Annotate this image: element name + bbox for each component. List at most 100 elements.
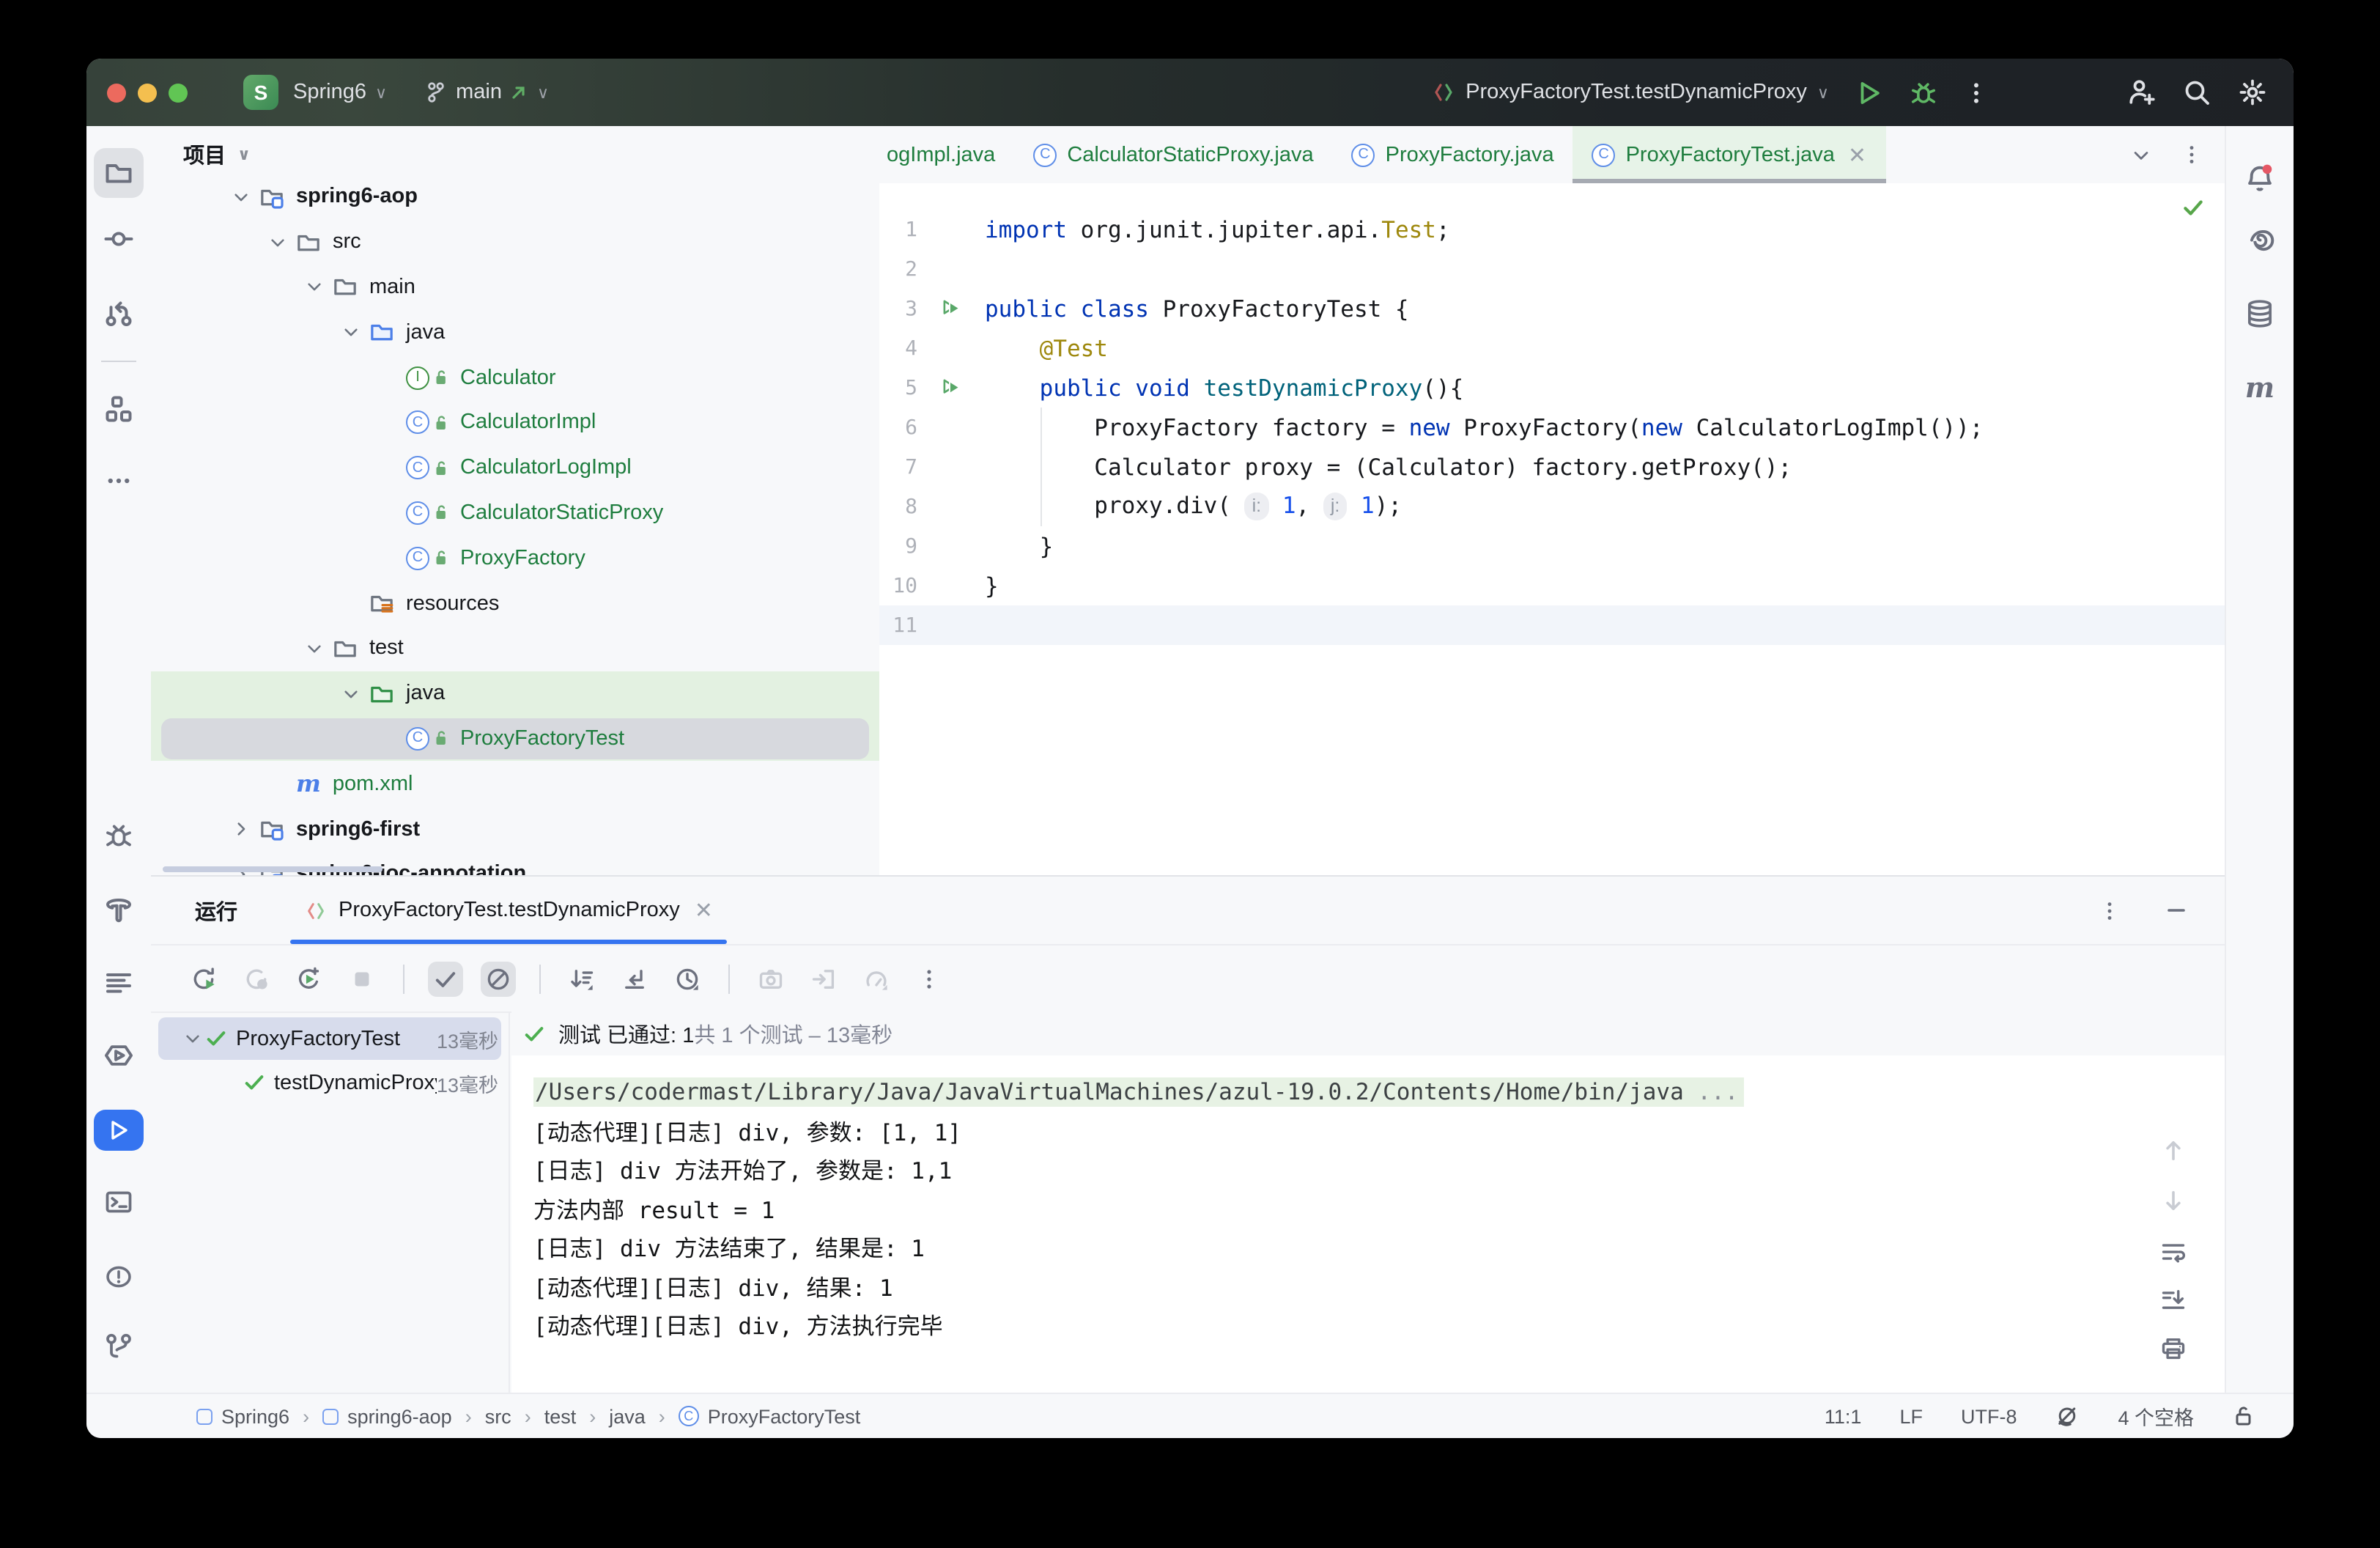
run-configuration-selector[interactable]: ProxyFactoryTest.testDynamicProxy ∨ <box>1432 81 1829 104</box>
services-tool-button[interactable] <box>103 1040 134 1071</box>
pull-requests-tool-button[interactable] <box>104 299 133 328</box>
navigate-single-click-button[interactable] <box>617 961 652 996</box>
notifications-button[interactable] <box>2244 163 2275 194</box>
vcs-branch-widget[interactable]: main ∨ <box>425 81 549 104</box>
breadcrumb-item[interactable]: C ProxyFactoryTest <box>678 1405 860 1427</box>
project-widget[interactable]: Spring6 ∨ <box>293 81 387 104</box>
tree-item-proxyfactory[interactable]: C ProxyFactory <box>151 536 879 581</box>
console-ellipsis[interactable]: ... <box>1684 1080 1738 1106</box>
run-test-gutter-icon[interactable] <box>917 298 985 320</box>
hide-panel-icon[interactable] <box>2165 899 2188 922</box>
run-button[interactable] <box>1855 78 1883 106</box>
tree-item-pom.xml[interactable]: m pom.xml <box>151 762 879 807</box>
breadcrumb-item[interactable]: src <box>485 1405 511 1427</box>
editor-tab[interactable]: C CalculatorStaticProxy.java <box>1014 126 1332 183</box>
breadcrumb-item[interactable]: Spring6 <box>196 1405 289 1427</box>
close-icon[interactable]: ✕ <box>1848 141 1866 168</box>
editor-options-kebab-icon[interactable] <box>2181 144 2203 166</box>
structure-tool-button[interactable] <box>104 394 133 424</box>
tree-item-calculatorlogimpl[interactable]: C CalculatorLogImpl <box>151 446 879 491</box>
hidden-tabs-chevron-icon[interactable] <box>2131 144 2151 165</box>
more-actions-button[interactable] <box>1964 80 1989 105</box>
sort-alphabetically-button[interactable] <box>564 961 599 996</box>
scroll-to-end-icon[interactable] <box>2160 1287 2187 1313</box>
show-passed-button[interactable] <box>428 961 463 996</box>
console-output[interactable]: /Users/codermast/Library/Java/JavaVirtua… <box>511 1055 2226 1416</box>
chevron-down-icon[interactable] <box>333 684 369 703</box>
project-panel-header[interactable]: 项目 ∨ <box>151 126 879 183</box>
show-ignored-button[interactable] <box>481 961 516 996</box>
editor-tab[interactable]: C ProxyFactory.java <box>1333 126 1573 183</box>
chevron-right-icon[interactable] <box>223 819 259 838</box>
caret-position-widget[interactable]: 11:1 <box>1825 1405 1862 1427</box>
show-statistics-button[interactable] <box>859 961 894 996</box>
more-tool-windows-button[interactable] <box>106 468 132 494</box>
ai-assistant-button[interactable] <box>2244 224 2275 254</box>
rerun-auto-button[interactable] <box>292 961 327 996</box>
close-window-button[interactable] <box>107 83 126 102</box>
todo-tool-button[interactable] <box>104 968 133 997</box>
highlighting-level-icon[interactable] <box>2055 1404 2080 1429</box>
chevron-down-icon[interactable] <box>179 1029 205 1048</box>
sort-by-duration-button[interactable] <box>670 961 705 996</box>
tree-item-proxyfactorytest[interactable]: C ProxyFactoryTest <box>151 716 879 762</box>
minimize-window-button[interactable] <box>138 83 157 102</box>
tree-item-resources[interactable]: resources <box>151 580 879 626</box>
run-tool-button[interactable] <box>94 1110 144 1151</box>
run-panel-options-kebab-icon[interactable] <box>2099 899 2121 921</box>
tree-item-calculator[interactable]: I Calculator <box>151 355 879 400</box>
chevron-down-icon[interactable] <box>223 188 259 207</box>
build-tool-button[interactable] <box>104 894 133 924</box>
editor-tab[interactable]: ogImpl.java <box>879 126 1014 183</box>
stop-button[interactable] <box>344 961 380 996</box>
version-control-tool-button[interactable] <box>104 1333 133 1362</box>
code-with-me-button[interactable] <box>2126 78 2156 107</box>
next-occurrence-icon[interactable] <box>2160 1187 2187 1214</box>
settings-button[interactable] <box>2238 78 2267 107</box>
rerun-button[interactable] <box>186 961 221 996</box>
line-ending-widget[interactable]: LF <box>1899 1405 1923 1427</box>
tree-item-java[interactable]: java <box>151 671 879 717</box>
breadcrumb-item[interactable]: test <box>544 1405 577 1427</box>
chevron-down-icon[interactable] <box>296 639 333 658</box>
test-tree-item[interactable]: testDynamicProxy 13毫秒 <box>158 1061 501 1104</box>
database-button[interactable] <box>2244 298 2275 329</box>
commit-tool-button[interactable] <box>104 224 133 254</box>
unlock-icon[interactable] <box>2232 1404 2255 1428</box>
run-panel-tab[interactable]: ProxyFactoryTest.testDynamicProxy ✕ <box>289 877 728 944</box>
breadcrumb-item[interactable]: java <box>609 1405 646 1427</box>
search-everywhere-button[interactable] <box>2182 78 2211 107</box>
zoom-window-button[interactable] <box>169 83 188 102</box>
code-editor[interactable]: 1 import org.junit.jupiter.api.Test; 2 3 pub… <box>879 183 2226 875</box>
rerun-failed-button[interactable] <box>239 961 274 996</box>
tree-item-calculatorimpl[interactable]: C CalculatorImpl <box>151 400 879 446</box>
close-icon[interactable]: ✕ <box>695 897 713 924</box>
tree-item-spring6-aop[interactable]: spring6-aop <box>151 183 879 220</box>
editor-tab[interactable]: C ProxyFactoryTest.java ✕ <box>1572 126 1886 183</box>
breadcrumb-item[interactable]: spring6-aop <box>322 1405 452 1427</box>
tree-horizontal-scrollbar[interactable] <box>163 866 382 872</box>
chevron-down-icon[interactable] <box>259 232 296 251</box>
encoding-widget[interactable]: UTF-8 <box>1961 1405 2017 1427</box>
chevron-down-icon[interactable] <box>296 278 333 297</box>
tree-item-spring6-first[interactable]: spring6-first <box>151 806 879 852</box>
terminal-tool-button[interactable] <box>104 1187 133 1217</box>
snapshot-camera-button[interactable] <box>753 961 788 996</box>
chevron-down-icon[interactable] <box>333 323 369 342</box>
maven-button[interactable]: m <box>2245 372 2274 405</box>
inspection-status-icon[interactable] <box>2181 195 2206 220</box>
tree-item-src[interactable]: src <box>151 220 879 265</box>
prev-occurrence-icon[interactable] <box>2160 1138 2187 1164</box>
more-vertical-button[interactable] <box>912 961 947 996</box>
import-test-results-button[interactable] <box>806 961 841 996</box>
test-tree-item[interactable]: ProxyFactoryTest 13毫秒 <box>158 1017 501 1060</box>
project-tool-button[interactable] <box>94 148 144 198</box>
print-icon[interactable] <box>2160 1335 2187 1362</box>
tree-item-calculatorstaticproxy[interactable]: C CalculatorStaticProxy <box>151 490 879 536</box>
tree-item-test[interactable]: test <box>151 626 879 671</box>
problems-tool-button[interactable] <box>103 1263 134 1291</box>
window-controls[interactable] <box>107 83 188 102</box>
debug-button[interactable] <box>1910 78 1937 106</box>
run-test-gutter-icon[interactable] <box>917 377 985 399</box>
debug-tool-button[interactable] <box>104 821 133 850</box>
